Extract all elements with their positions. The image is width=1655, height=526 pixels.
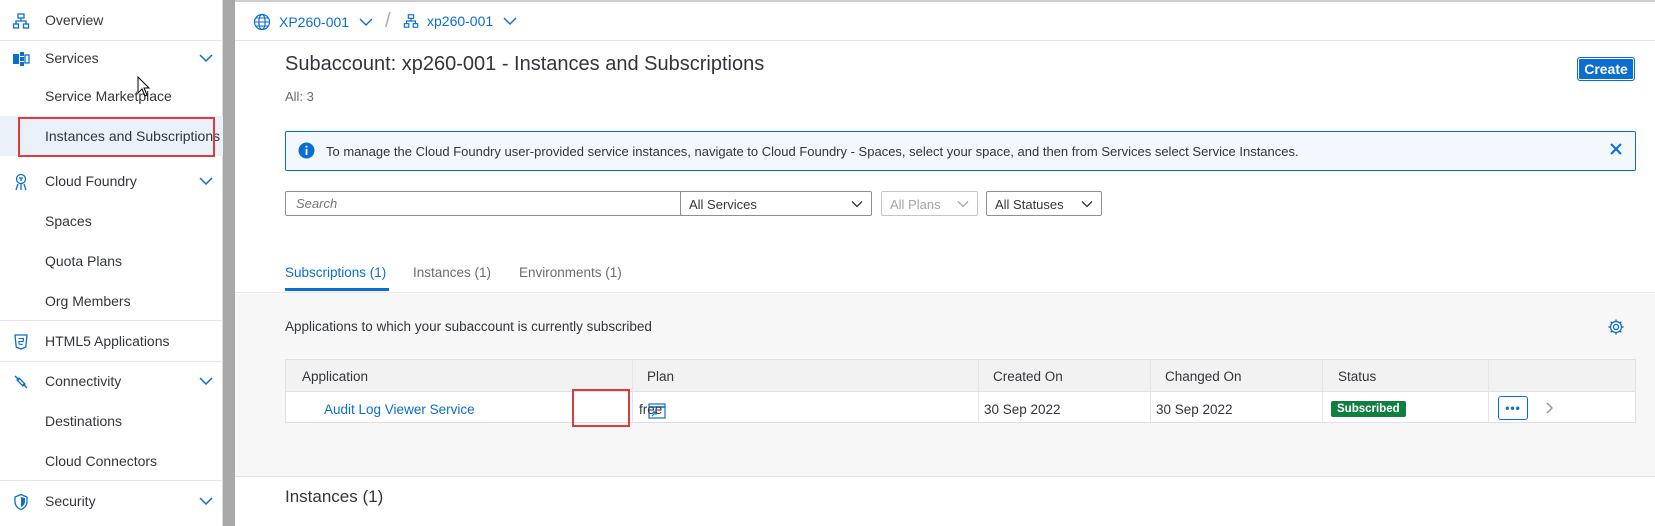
search-placeholder: Search [296,196,338,211]
sidebar-item-security[interactable]: Security [0,481,223,521]
sidebar-item-label: Spaces [45,213,92,229]
services-select[interactable]: All Services [680,191,872,216]
chevron-down-icon [503,17,517,25]
sidebar-item-label: Overview [45,12,104,28]
highlight-box [572,389,630,427]
sidebar-item-label: Org Members [45,293,131,309]
breadcrumb: XP260-001 / xp260-001 [235,0,1655,41]
sidebar-item-quota-plans[interactable]: Quota Plans [0,241,223,281]
sidebar-resize-handle[interactable] [223,0,235,526]
column-header-changed-on[interactable]: Changed On [1165,369,1242,384]
cloud-foundry-icon [15,173,27,191]
statuses-select-value: All Statuses [995,197,1064,212]
main-content: XP260-001 / xp260-001 Subaccount: xp260-… [235,0,1655,526]
column-header-plan[interactable]: Plan [647,369,674,384]
column-divider [632,360,633,422]
sidebar-item-destinations[interactable]: Destinations [0,401,223,441]
status-badge: Subscribed [1331,401,1406,417]
sidebar-item-label: Services [45,50,99,66]
application-link[interactable]: Audit Log Viewer Service [324,402,475,417]
sidebar-item-label: Quota Plans [45,253,123,269]
hierarchy-icon [403,14,419,28]
info-message-text: To manage the Cloud Foundry user-provide… [326,144,1299,159]
services-icon [13,52,30,66]
item-count: All: 3 [285,89,314,104]
sidebar-item-label: Destinations [45,413,123,429]
sidebar-item-label: Connectivity [45,373,122,389]
create-button[interactable]: Create [1577,57,1635,81]
sidebar-item-label: HTML5 Applications [45,333,170,349]
chevron-down-icon[interactable] [199,494,213,508]
sidebar-item-label: Service Marketplace [45,88,172,104]
plans-select-value: All Plans [890,197,941,212]
subscriptions-panel: Applications to which your subaccount is… [235,294,1655,476]
sidebar-item-service-marketplace[interactable]: Service Marketplace [0,76,223,116]
instances-section-title: Instances (1) [285,487,384,506]
changed-on-cell: 30 Sep 2022 [1156,402,1233,417]
column-header-status[interactable]: Status [1338,369,1376,384]
chevron-down-icon [851,201,863,208]
more-actions-button[interactable]: ••• [1498,396,1528,420]
connectivity-icon [14,375,28,389]
sidebar-item-overview[interactable]: Overview [0,0,223,40]
sidebar-item-org-members[interactable]: Org Members [0,281,223,321]
page-title: Subaccount: xp260-001 - Instances and Su… [285,53,765,75]
breadcrumb-subaccount[interactable]: xp260-001 [403,13,517,29]
plans-select: All Plans [881,191,978,216]
breadcrumb-global-account-label: XP260-001 [279,14,350,30]
column-divider [1488,360,1489,422]
sidebar-item-label: Security [45,493,96,509]
services-select-value: All Services [689,197,757,212]
subscriptions-table: Application Plan Created On Changed On S… [285,359,1636,427]
chevron-down-icon[interactable] [199,174,213,188]
tab-bar: Subscriptions (1) Instances (1) Environm… [235,255,1655,293]
html5-icon [14,334,28,350]
sidebar-item-spaces[interactable]: Spaces [0,201,223,241]
statuses-select[interactable]: All Statuses [986,191,1102,216]
sidebar-item-services[interactable]: Services [0,38,223,78]
gear-icon[interactable] [1607,318,1625,336]
table-header [286,360,1635,392]
shield-icon [14,493,28,511]
info-message-strip: To manage the Cloud Foundry user-provide… [285,131,1636,171]
column-divider [1150,360,1151,422]
sidebar-item-connectivity[interactable]: Connectivity [0,361,223,401]
chevron-down-icon [359,18,373,26]
globe-icon [253,13,271,31]
column-divider [1322,360,1323,422]
column-divider [978,360,979,422]
chevron-down-icon[interactable] [199,51,213,65]
chevron-right-icon[interactable] [1543,402,1555,414]
subscriptions-subtitle: Applications to which your subaccount is… [285,319,652,334]
breadcrumb-subaccount-label: xp260-001 [427,13,494,29]
tab-environments[interactable]: Environments (1) [519,265,622,280]
breadcrumb-separator: / [385,10,391,32]
plan-cell: free [639,402,663,417]
instances-section: Instances (1) [235,476,1655,526]
chevron-down-icon [957,201,969,208]
highlight-box [18,117,215,157]
column-header-created-on[interactable]: Created On [993,369,1063,384]
chevron-down-icon [1081,201,1093,208]
side-navigation: Overview Services Service Marketplace In… [0,0,223,526]
hierarchy-icon [12,13,30,29]
close-icon[interactable] [1607,140,1625,158]
created-on-cell: 30 Sep 2022 [984,402,1061,417]
sidebar-item-html5-applications[interactable]: HTML5 Applications [0,321,223,361]
breadcrumb-global-account[interactable]: XP260-001 [253,13,373,31]
sidebar-item-cloud-connectors[interactable]: Cloud Connectors [0,441,223,481]
column-header-application[interactable]: Application [302,369,368,384]
search-input[interactable]: Search [285,191,705,216]
info-icon [298,142,315,159]
tab-subscriptions[interactable]: Subscriptions (1) [285,265,386,280]
active-tab-indicator [285,288,389,291]
sidebar-item-label: Cloud Foundry [45,173,137,189]
sidebar-item-cloud-foundry[interactable]: Cloud Foundry [0,161,223,201]
mouse-cursor-icon [137,76,151,97]
sidebar-item-label: Cloud Connectors [45,453,158,469]
chevron-down-icon[interactable] [199,374,213,388]
tab-instances[interactable]: Instances (1) [413,265,491,280]
